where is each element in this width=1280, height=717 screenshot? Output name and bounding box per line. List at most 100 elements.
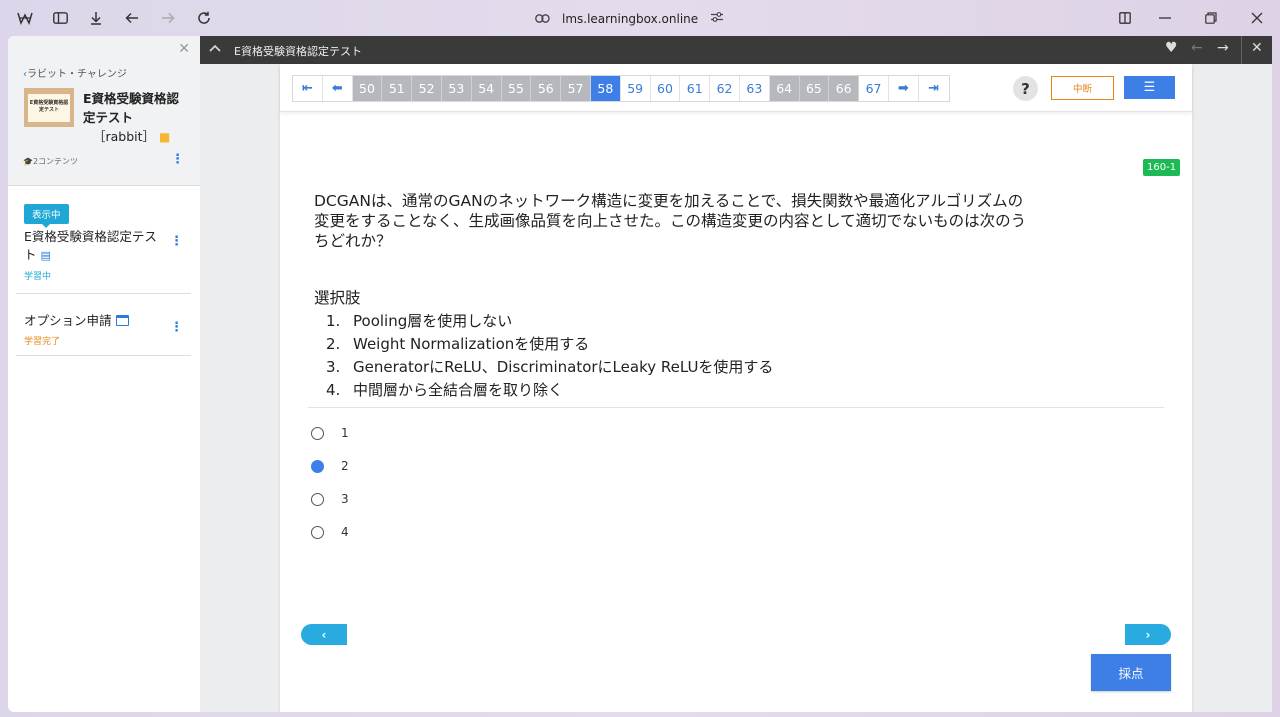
sidebar-item-certification-test[interactable]: E資格受験資格認定テスト ▤ ⋮ 学習中: [16, 226, 191, 294]
back-link[interactable]: ‹ラビット・チャレンジ: [23, 65, 127, 80]
option-label: 2: [341, 459, 349, 473]
answer-option[interactable]: 1: [311, 426, 349, 440]
answer-option[interactable]: 3: [311, 492, 349, 506]
close-content-icon[interactable]: ✕: [1251, 40, 1263, 56]
radio-button[interactable]: [311, 492, 324, 506]
radio-button[interactable]: [311, 525, 324, 539]
sidebar-toggle-icon[interactable]: [50, 8, 70, 28]
link-icon: [535, 12, 550, 27]
choice-number: 3.: [326, 358, 341, 376]
content-topbar: E資格受験資格認定テスト ♥ ← → ✕: [200, 36, 1272, 64]
answer-option[interactable]: 4: [311, 525, 349, 539]
course-sidebar: ✕ ‹ラビット・チャレンジ E資格受験資格認定テスト E資格受験資格認定テスト …: [8, 36, 200, 712]
choice-text: Weight Normalizationを使用する: [353, 335, 590, 353]
sidebar-item-title[interactable]: オプション申請: [24, 310, 129, 329]
page-button[interactable]: 63: [740, 76, 770, 101]
choice-text: Pooling層を使用しない: [353, 312, 513, 330]
option-label: 4: [341, 525, 349, 539]
last-page-button[interactable]: ⇥: [919, 76, 949, 101]
choice-number: 2.: [326, 335, 341, 353]
page-button[interactable]: 60: [651, 76, 681, 101]
chevron-right-icon: ›: [1145, 627, 1151, 642]
content-title: E資格受験資格認定テスト: [234, 45, 362, 58]
next-page-button[interactable]: ➡: [889, 76, 919, 101]
choice-number: 4.: [326, 381, 341, 399]
radio-button[interactable]: [311, 426, 324, 440]
page-button[interactable]: 61: [680, 76, 711, 101]
page-button[interactable]: 55: [501, 76, 532, 101]
page-button[interactable]: 67: [859, 76, 889, 101]
close-window-icon[interactable]: [1247, 8, 1267, 28]
page-button[interactable]: 51: [382, 76, 413, 101]
back-link-label: ラビット・チャレンジ: [27, 69, 127, 80]
minimize-icon[interactable]: [1155, 8, 1175, 28]
radio-button[interactable]: [311, 459, 324, 473]
favorite-heart-icon[interactable]: ♥: [1165, 40, 1178, 56]
item-status: 学習完了: [24, 337, 61, 347]
forward-icon[interactable]: [158, 8, 178, 28]
page-button[interactable]: 58: [590, 76, 621, 101]
course-tag: ［rabbit］: [93, 129, 156, 144]
help-button[interactable]: ?: [1013, 76, 1038, 101]
item-status: 学習中: [24, 272, 52, 282]
choices-heading: 選択肢: [314, 289, 361, 307]
topbar-divider: [1241, 36, 1242, 64]
next-question-button[interactable]: ›: [1125, 624, 1171, 645]
course-title: E資格受験資格認定テスト ［rabbit］ ■: [83, 89, 188, 147]
grade-button[interactable]: 採点: [1091, 654, 1171, 691]
browser-logo-icon[interactable]: [15, 8, 35, 28]
sidebar-item-title[interactable]: E資格受験資格認定テスト ▤: [24, 228, 166, 265]
item-menu-icon[interactable]: ⋮: [170, 235, 183, 248]
close-sidebar-icon[interactable]: ✕: [178, 41, 190, 57]
page-button[interactable]: 57: [561, 76, 591, 101]
choice-item: 3. GeneratorにReLU、DiscriminatorにLeaky ReL…: [326, 356, 773, 379]
option-label: 3: [341, 492, 349, 506]
chevron-up-icon[interactable]: [209, 41, 221, 55]
page-button[interactable]: 59: [621, 76, 651, 101]
suspend-button[interactable]: 中断: [1051, 76, 1114, 100]
address-bar[interactable]: lms.learningbox.online: [535, 8, 724, 30]
page-button[interactable]: 52: [412, 76, 442, 101]
page-button[interactable]: 65: [799, 76, 830, 101]
question-card: ⇤ ⬅ 50 51 52 53 54 55 56 57 58 59 60 61 62 63 64 65 66 67…: [280, 64, 1192, 712]
course-title-text: E資格受験資格認定テスト: [83, 91, 180, 125]
course-thumbnail-text: E資格受験資格認定テスト: [28, 93, 70, 122]
split-view-icon[interactable]: [1115, 8, 1135, 28]
main-content: E資格受験資格認定テスト ♥ ← → ✕ ⇤ ⬅ 50 51 52 53 54 55 56 5…: [200, 36, 1272, 712]
choice-text: 中間層から全結合層を取り除く: [353, 381, 564, 399]
page-button[interactable]: 50: [352, 76, 383, 101]
page-button[interactable]: 56: [531, 76, 562, 101]
question-text: DCGANは、通常のGANのネットワーク構造に変更を加えることで、損失関数や最適…: [314, 192, 1027, 250]
restore-icon[interactable]: [1201, 8, 1221, 28]
next-content-icon[interactable]: →: [1217, 40, 1229, 56]
question-list-button[interactable]: ☰: [1124, 76, 1175, 99]
reload-icon[interactable]: [194, 8, 214, 28]
question-pager: ⇤ ⬅ 50 51 52 53 54 55 56 57 58 59 60 61 62 63 64 65 66 67…: [292, 75, 950, 102]
page-button[interactable]: 64: [769, 76, 800, 101]
page-button[interactable]: 62: [710, 76, 740, 101]
content-count: 🎓2コンテンツ: [23, 156, 78, 167]
prev-content-icon[interactable]: ←: [1191, 40, 1203, 56]
first-page-button[interactable]: ⇤: [293, 76, 323, 101]
list-icon: ☰: [1143, 80, 1156, 95]
download-icon[interactable]: [86, 8, 106, 28]
course-header: ✕ ‹ラビット・チャレンジ E資格受験資格認定テスト E資格受験資格認定テスト …: [8, 36, 200, 186]
item-menu-icon[interactable]: ⋮: [170, 321, 183, 334]
page-button[interactable]: 66: [829, 76, 860, 101]
browser-toolbar: lms.learningbox.online: [0, 0, 1280, 36]
graduation-cap-icon: 🎓: [23, 157, 33, 166]
answer-option[interactable]: 2: [311, 459, 349, 473]
prev-question-button[interactable]: ‹: [301, 624, 347, 645]
page-button[interactable]: 54: [471, 76, 502, 101]
choice-text: GeneratorにReLU、DiscriminatorにLeaky ReLUを…: [353, 358, 774, 376]
window-icon: [115, 315, 129, 326]
prev-page-button[interactable]: ⬅: [323, 76, 353, 101]
sidebar-item-option-request[interactable]: オプション申請 ⋮ 学習完了: [16, 294, 191, 356]
site-settings-icon[interactable]: [710, 11, 724, 27]
page-button[interactable]: 53: [441, 76, 472, 101]
content-count-text: 2コンテンツ: [32, 157, 79, 166]
back-icon[interactable]: [122, 8, 142, 28]
course-menu-icon[interactable]: ⋮: [171, 153, 184, 166]
course-tag-line: ［rabbit］ ■: [83, 127, 188, 147]
choice-item: 4. 中間層から全結合層を取り除く: [326, 379, 773, 402]
